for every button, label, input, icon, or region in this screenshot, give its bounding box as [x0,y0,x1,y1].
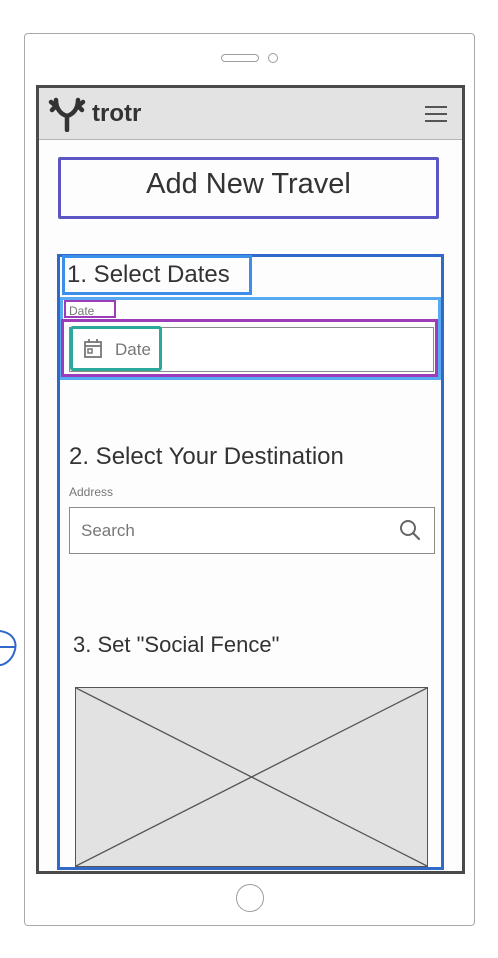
section3-heading: 3. Set "Social Fence" [73,632,280,657]
brand-name[interactable]: trotr [92,100,141,128]
speaker-slot [221,54,259,62]
home-button[interactable] [236,884,264,912]
hamburger-menu-icon[interactable] [425,106,447,122]
search-icon[interactable] [399,519,421,541]
address-label: Address [69,485,114,499]
page-title: Add New Travel [146,168,351,200]
placeholder-cross [76,688,427,866]
date-placeholder: Date [115,340,151,359]
image-placeholder[interactable] [75,687,428,867]
search-placeholder: Search [81,521,135,540]
sketch-scribble [0,630,17,666]
section2-heading: 2. Select Your Destination [69,443,344,470]
camera-dot [268,53,278,63]
section1-heading: 1. Select Dates [67,261,230,288]
calendar-icon[interactable] [82,338,104,360]
date-label: Date [69,304,95,318]
antler-logo-icon [48,97,86,132]
